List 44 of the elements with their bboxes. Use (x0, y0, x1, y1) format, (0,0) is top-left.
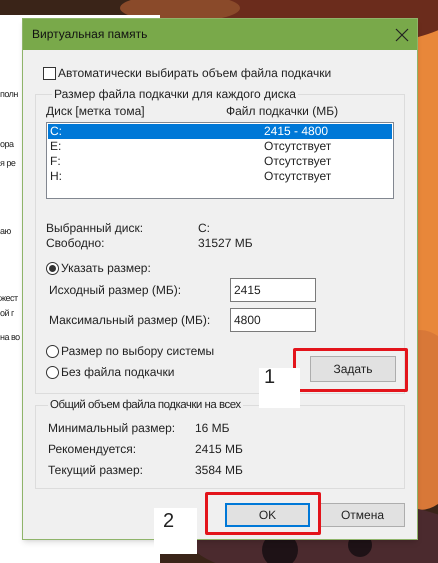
field-value: 2415 МБ (195, 442, 243, 457)
window-title: Виртуальная память (32, 27, 148, 42)
background-text: полн (0, 88, 18, 100)
drive-row[interactable]: F: Отсутствует (48, 154, 392, 169)
background-text: аю (0, 225, 11, 237)
radio-label: Размер по выбору системы (61, 344, 214, 359)
radio-label: Без файла подкачки (61, 365, 174, 380)
drive-row[interactable]: C: 2415 - 4800 (48, 124, 392, 139)
radio-button[interactable] (46, 345, 59, 358)
step-number: 1 (259, 368, 300, 408)
field-label: Исходный размер (МБ): (49, 282, 182, 298)
column-header: Файл подкачки (МБ) (226, 104, 338, 119)
step-number: 2 (154, 508, 197, 554)
radio-button[interactable] (46, 262, 59, 275)
field-label: Минимальный размер: (48, 421, 176, 436)
checkbox[interactable] (43, 67, 56, 80)
checkbox-label: Автоматически выбирать объем файла подкачки (58, 66, 332, 81)
background-text: ой г (0, 307, 14, 319)
close-icon[interactable] (395, 28, 409, 42)
background-text: на во (0, 331, 20, 343)
field-label: Рекомендуется: (48, 442, 138, 457)
input-field[interactable]: 4800 (230, 308, 316, 332)
field-value: 16 МБ (195, 421, 230, 436)
input-field[interactable]: 2415 (230, 278, 316, 302)
drive-row[interactable]: H: Отсутствует (48, 169, 392, 184)
drive-row[interactable]: E: Отсутствует (48, 139, 392, 154)
field-label: Свободно: (46, 236, 106, 251)
field-label: Максимальный размер (МБ): (49, 312, 212, 328)
background-text: ора (0, 138, 14, 150)
group-title: Размер файла подкачки для каждого диска (53, 87, 297, 102)
field-value: 31527 МБ (198, 236, 253, 251)
field-value: 3584 МБ (195, 463, 243, 478)
column-header: Диск [метка тома] (46, 104, 146, 119)
radio-label: Указать размер: (61, 261, 151, 276)
field-value: C: (198, 221, 210, 236)
dialog-button[interactable]: OK (225, 503, 310, 527)
radio-button[interactable] (46, 366, 59, 379)
background-text: я ре (0, 157, 16, 169)
background-text: жест (0, 292, 18, 304)
dialog-button[interactable]: Отмена (320, 503, 405, 527)
field-label: Выбранный диск: (46, 221, 144, 236)
set-button[interactable]: Задать (310, 356, 396, 382)
field-label: Текущий размер: (48, 463, 144, 478)
group-title: Общий объем файла подкачки на всех (49, 398, 242, 413)
